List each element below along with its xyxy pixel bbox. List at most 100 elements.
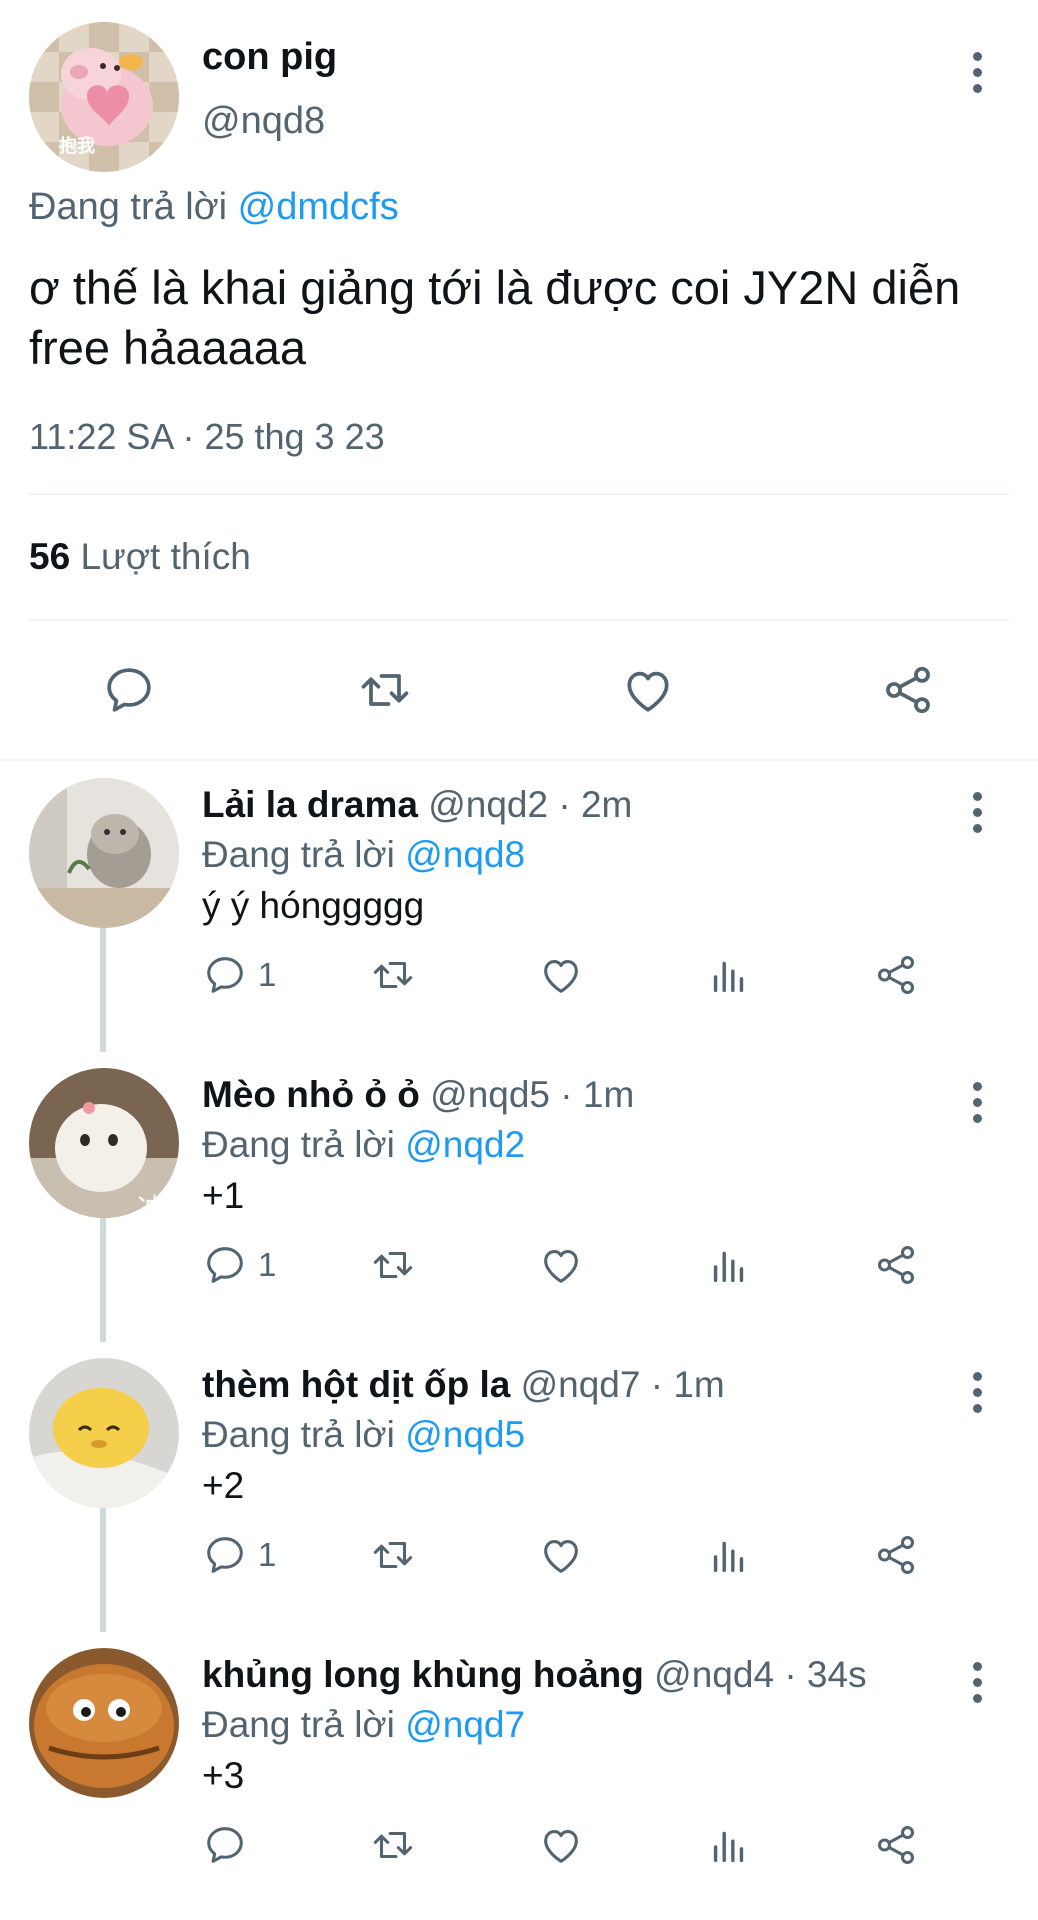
share-action[interactable]: [873, 1242, 919, 1288]
replying-label: Đang trả lời: [202, 834, 395, 875]
reply-text: +3: [202, 1755, 245, 1796]
replying-handle-link[interactable]: @nqd5: [405, 1414, 525, 1455]
avatar[interactable]: 抱我: [29, 22, 179, 172]
avatar[interactable]: [29, 1358, 179, 1508]
thread-line: [100, 1508, 106, 1632]
section-divider: [0, 759, 1038, 761]
like-icon[interactable]: [538, 1822, 584, 1868]
reply-count: 1: [258, 1246, 277, 1283]
tweet-timestamp[interactable]: 11:22 SA · 25 thg 3 23: [29, 416, 385, 458]
like-action[interactable]: [538, 1242, 584, 1288]
like-icon[interactable]: [538, 1242, 584, 1288]
views-icon[interactable]: [706, 1242, 752, 1288]
views-icon[interactable]: [706, 1532, 752, 1578]
share-action[interactable]: [873, 952, 919, 998]
reply-text: +2: [202, 1465, 245, 1506]
user-handle[interactable]: @nqd8: [202, 100, 325, 143]
reply-count: 1: [258, 1536, 277, 1573]
display-name[interactable]: thèm hột dịt ốp la: [202, 1364, 510, 1405]
tweet-text: ơ thế là khai giảng tới là được coi JY2N…: [29, 261, 961, 374]
avatar[interactable]: [29, 778, 179, 928]
replying-handle-link[interactable]: @nqd7: [405, 1704, 525, 1745]
share-icon[interactable]: [873, 1532, 919, 1578]
share-icon[interactable]: [880, 662, 936, 718]
display-name[interactable]: con pig: [202, 36, 337, 79]
replying-label: Đang trả lời: [202, 1704, 395, 1745]
like-action[interactable]: [538, 952, 584, 998]
like-icon[interactable]: [538, 952, 584, 998]
more-icon[interactable]: [971, 1082, 983, 1123]
replying-handle-link[interactable]: @nqd2: [405, 1124, 525, 1165]
replying-label: Đang trả lời: [202, 1124, 395, 1165]
avatar[interactable]: 冲: [29, 1068, 179, 1218]
reply-time[interactable]: · 1m: [651, 1364, 725, 1405]
like-action[interactable]: [538, 1532, 584, 1578]
views-action[interactable]: [706, 1242, 752, 1288]
replying-handle-link[interactable]: @nqd8: [405, 834, 525, 875]
reply-header: khủng long khùng hoảng @nqd4 · 34s: [202, 1654, 867, 1696]
like-action[interactable]: [538, 1822, 584, 1868]
likes-label: Lượt thích: [80, 536, 251, 577]
views-icon[interactable]: [706, 1822, 752, 1868]
svg-text:冲: 冲: [137, 1192, 165, 1218]
user-handle[interactable]: @nqd7: [521, 1364, 641, 1405]
retweet-action[interactable]: [370, 1242, 416, 1288]
replying-handle-link[interactable]: @dmdcfs: [238, 186, 399, 228]
retweet-icon[interactable]: [357, 662, 413, 718]
replying-label: Đang trả lời: [29, 186, 228, 228]
reply-icon[interactable]: [202, 952, 248, 998]
reply-action[interactable]: 1: [202, 1532, 276, 1578]
reply-tweet[interactable]: khủng long khùng hoảng @nqd4 · 34s Đang …: [0, 1632, 1038, 1920]
reply-action[interactable]: [202, 1822, 258, 1868]
reply-icon[interactable]: [202, 1242, 248, 1288]
share-icon[interactable]: [873, 1242, 919, 1288]
retweet-action[interactable]: [370, 1822, 416, 1868]
retweet-icon[interactable]: [370, 1822, 416, 1868]
reply-header: thèm hột dịt ốp la @nqd7 · 1m: [202, 1364, 725, 1406]
more-icon[interactable]: [971, 52, 983, 93]
reply-time[interactable]: · 1m: [560, 1074, 634, 1115]
user-handle[interactable]: @nqd4: [654, 1654, 774, 1695]
more-icon[interactable]: [971, 1372, 983, 1413]
thread-line: [100, 1218, 106, 1342]
retweet-icon[interactable]: [370, 1242, 416, 1288]
likes-count[interactable]: 56 Lượt thích: [29, 536, 251, 578]
reply-time[interactable]: · 2m: [558, 784, 632, 825]
more-icon[interactable]: [971, 792, 983, 833]
replying-to: Đang trả lời @dmdcfs: [29, 186, 399, 229]
display-name[interactable]: khủng long khùng hoảng: [202, 1654, 644, 1695]
main-tweet: 抱我 con pig @nqd8 Đang trả lời @dmdcfs ơ …: [0, 0, 1038, 760]
reply-icon[interactable]: [202, 1532, 248, 1578]
reply-icon[interactable]: [202, 1822, 248, 1868]
display-name[interactable]: Lải la drama: [202, 784, 418, 825]
reply-action[interactable]: 1: [202, 952, 276, 998]
reply-time[interactable]: · 34s: [784, 1654, 866, 1695]
reply-tweet[interactable]: 冲 Mèo nhỏ ỏ ỏ @nqd5 · 1m Đang trả lời @n…: [0, 1052, 1038, 1342]
avatar-caption: 抱我: [59, 136, 95, 156]
reply-action[interactable]: 1: [202, 1242, 276, 1288]
retweet-action[interactable]: [370, 952, 416, 998]
share-icon[interactable]: [873, 952, 919, 998]
reply-header: Mèo nhỏ ỏ ỏ @nqd5 · 1m: [202, 1074, 634, 1116]
share-action[interactable]: [873, 1822, 919, 1868]
more-icon[interactable]: [971, 1662, 983, 1703]
user-handle[interactable]: @nqd5: [430, 1074, 550, 1115]
views-action[interactable]: [706, 1532, 752, 1578]
replying-to: Đang trả lời @nqd5: [202, 1414, 525, 1456]
share-action[interactable]: [873, 1532, 919, 1578]
reply-icon[interactable]: [101, 662, 157, 718]
like-icon[interactable]: [620, 662, 676, 718]
display-name[interactable]: Mèo nhỏ ỏ ỏ: [202, 1074, 420, 1115]
avatar[interactable]: [29, 1648, 179, 1798]
reply-tweet[interactable]: thèm hột dịt ốp la @nqd7 · 1m Đang trả l…: [0, 1342, 1038, 1632]
retweet-icon[interactable]: [370, 1532, 416, 1578]
retweet-action[interactable]: [370, 1532, 416, 1578]
views-action[interactable]: [706, 1822, 752, 1868]
user-handle[interactable]: @nqd2: [428, 784, 548, 825]
views-action[interactable]: [706, 952, 752, 998]
reply-tweet[interactable]: Lải la drama @nqd2 · 2m Đang trả lời @nq…: [0, 762, 1038, 1052]
share-icon[interactable]: [873, 1822, 919, 1868]
views-icon[interactable]: [706, 952, 752, 998]
retweet-icon[interactable]: [370, 952, 416, 998]
like-icon[interactable]: [538, 1532, 584, 1578]
